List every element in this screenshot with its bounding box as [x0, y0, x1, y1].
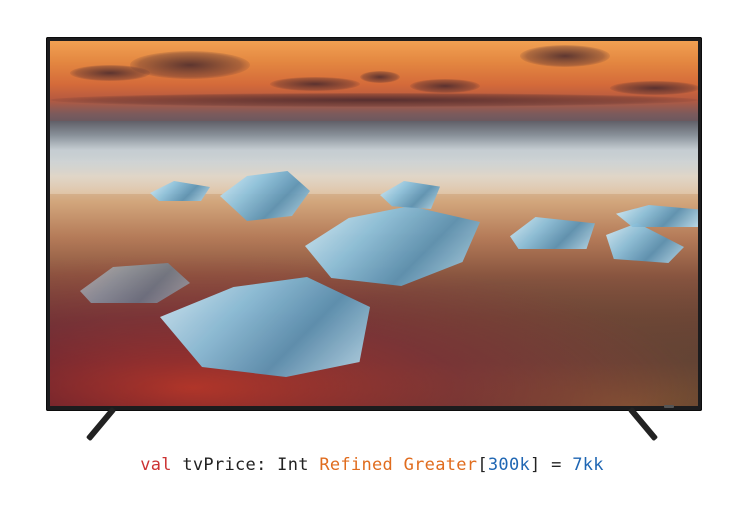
code-caption: val tvPrice: Int Refined Greater[300k] =…	[0, 455, 744, 475]
assigned-value: 7kk	[572, 455, 604, 475]
ice-chunk	[616, 205, 698, 227]
ice-chunk	[510, 217, 595, 249]
ice-chunk	[606, 223, 684, 263]
equals-sign: =	[540, 455, 573, 475]
cloud	[360, 71, 400, 83]
cloud	[70, 65, 150, 81]
cloud	[520, 45, 610, 67]
brand-logo-icon	[664, 405, 674, 408]
bracket-open: [	[477, 455, 488, 475]
television	[46, 37, 702, 411]
cloud	[270, 77, 360, 91]
keyword-val: val	[140, 455, 172, 475]
limit-value: 300k	[487, 455, 531, 475]
right-stand-leg	[627, 406, 659, 442]
variable-name: tvPrice:	[171, 455, 278, 475]
ocean-surf	[50, 121, 698, 195]
cloud	[410, 79, 480, 93]
left-stand-leg	[85, 406, 117, 442]
bracket-close: ]	[530, 455, 541, 475]
type-int: Int	[277, 455, 320, 475]
cloud	[610, 81, 698, 95]
refined-type: Refined Greater	[319, 455, 478, 475]
cloud	[50, 93, 698, 107]
tv-screen	[50, 41, 698, 406]
